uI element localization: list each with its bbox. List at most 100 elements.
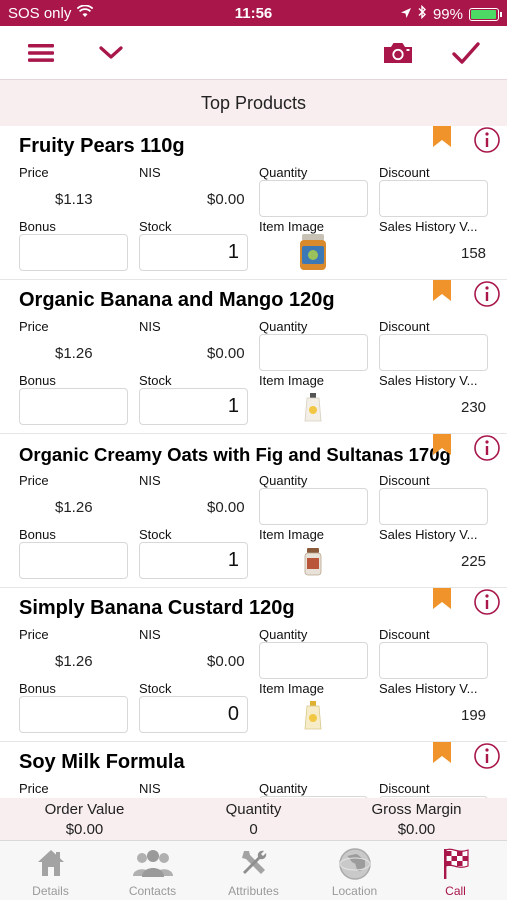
tab-label: Location: [331, 884, 378, 898]
nis-label: NIS: [139, 165, 161, 180]
bonus-input[interactable]: [19, 696, 128, 733]
bookmark-icon[interactable]: [432, 434, 452, 461]
info-icon[interactable]: [472, 742, 502, 775]
nis-value: $0.00: [207, 499, 245, 516]
order-value-label: Order Value: [44, 801, 125, 818]
order-summary: Order Value $0.00 Quantity 0 Gross Margi…: [0, 798, 507, 840]
people-icon: [102, 847, 203, 881]
baby-food-jar-icon[interactable]: [298, 233, 328, 271]
item-image-label: Item Image: [259, 527, 325, 542]
product-card[interactable]: Fruity Pears 110g Price NIS Quantity Dis…: [0, 126, 507, 280]
gross-margin-summary: Gross Margin $0.00: [332, 800, 501, 840]
bonus-input[interactable]: [19, 234, 128, 271]
stock-value: 0: [227, 703, 239, 725]
tab-bar: Details Contacts Attributes Location Cal: [0, 840, 507, 900]
quantity-input[interactable]: [259, 488, 368, 525]
checkmark-icon[interactable]: [448, 36, 484, 70]
quantity-input[interactable]: [259, 642, 368, 679]
bookmark-icon[interactable]: [432, 280, 452, 307]
stock-input[interactable]: 1: [139, 388, 248, 425]
nis-value: $0.00: [207, 345, 245, 362]
nis-label: NIS: [139, 473, 161, 488]
chevron-down-icon[interactable]: [93, 36, 129, 70]
nis-label: NIS: [139, 627, 161, 642]
product-card[interactable]: Simply Banana Custard 120g Price NIS Qua…: [0, 588, 507, 742]
info-icon[interactable]: [472, 434, 502, 467]
order-value-summary: Order Value $0.00: [0, 800, 169, 840]
quantity-input[interactable]: [259, 180, 368, 217]
location-arrow-icon: [400, 6, 412, 23]
price-value: $1.26: [55, 653, 93, 670]
price-label: Price: [19, 165, 49, 180]
discount-input[interactable]: [379, 488, 488, 525]
discount-input[interactable]: [379, 334, 488, 371]
quantity-label: Quantity: [259, 627, 308, 642]
discount-label: Discount: [379, 319, 430, 334]
sales-history-value: 225: [461, 553, 487, 570]
bonus-label: Bonus: [19, 527, 56, 542]
sales-history-value: 158: [461, 245, 487, 262]
product-name: Simply Banana Custard 120g: [19, 597, 295, 619]
gross-margin-value: $0.00: [397, 821, 436, 838]
stock-input[interactable]: 1: [139, 542, 248, 579]
price-value: $1.26: [55, 345, 93, 362]
camera-icon[interactable]: [380, 36, 416, 70]
tab-call[interactable]: Call: [405, 841, 506, 900]
baby-food-jar-icon[interactable]: [298, 543, 328, 581]
stock-input[interactable]: 0: [139, 696, 248, 733]
tab-attributes[interactable]: Attributes: [203, 841, 304, 900]
sales-history-label: Sales History V...: [379, 219, 478, 234]
price-label: Price: [19, 319, 49, 334]
tab-location[interactable]: Location: [304, 841, 405, 900]
toolbar: [0, 26, 507, 80]
tab-details[interactable]: Details: [0, 841, 101, 900]
stock-input[interactable]: 1: [139, 234, 248, 271]
sales-history-label: Sales History V...: [379, 527, 478, 542]
bookmark-icon[interactable]: [432, 126, 452, 153]
stock-label: Stock: [139, 373, 172, 388]
discount-label: Discount: [379, 165, 430, 180]
bonus-label: Bonus: [19, 681, 56, 696]
baby-food-pouch-icon[interactable]: [298, 697, 328, 735]
bonus-label: Bonus: [19, 219, 56, 234]
bonus-input[interactable]: [19, 388, 128, 425]
sales-history-label: Sales History V...: [379, 373, 478, 388]
tab-label: Contacts: [128, 884, 177, 898]
info-icon[interactable]: [472, 280, 502, 313]
discount-label: Discount: [379, 627, 430, 642]
battery-percent: 99%: [432, 5, 463, 23]
discount-input[interactable]: [379, 642, 488, 679]
bluetooth-icon: [418, 4, 427, 23]
battery-fill: [471, 9, 496, 19]
tab-label: Call: [445, 884, 466, 898]
tab-label: Attributes: [228, 884, 279, 898]
battery-icon: [469, 7, 502, 21]
baby-food-pouch-icon[interactable]: [298, 389, 328, 427]
tab-label: Details: [32, 884, 69, 898]
bonus-input[interactable]: [19, 542, 128, 579]
status-bar: SOS only 11:56 99%: [0, 0, 507, 26]
info-icon[interactable]: [472, 126, 502, 159]
quantity-input[interactable]: [259, 334, 368, 371]
status-right: 99%: [400, 4, 502, 23]
bookmark-icon[interactable]: [432, 742, 452, 769]
stock-label: Stock: [139, 681, 172, 696]
price-value: $1.26: [55, 499, 93, 516]
product-list[interactable]: Fruity Pears 110g Price NIS Quantity Dis…: [0, 126, 507, 798]
menu-icon[interactable]: [23, 36, 59, 70]
product-card[interactable]: Organic Creamy Oats with Fig and Sultana…: [0, 434, 507, 588]
product-name: Soy Milk Formula: [19, 751, 185, 773]
checkered-flag-icon: [405, 847, 506, 881]
sales-history-label: Sales History V...: [379, 681, 478, 696]
info-icon[interactable]: [472, 588, 502, 621]
item-image-label: Item Image: [259, 681, 325, 696]
quantity-summary-label: Quantity: [225, 801, 282, 818]
discount-input[interactable]: [379, 180, 488, 217]
tab-contacts[interactable]: Contacts: [102, 841, 203, 900]
list-header: Top Products: [0, 80, 507, 126]
quantity-label: Quantity: [259, 781, 308, 796]
bookmark-icon[interactable]: [432, 588, 452, 615]
product-card[interactable]: Organic Banana and Mango 120g Price NIS …: [0, 280, 507, 434]
product-card[interactable]: Soy Milk Formula Price NIS Quantity Disc…: [0, 742, 507, 798]
quantity-summary: Quantity 0: [169, 800, 338, 840]
